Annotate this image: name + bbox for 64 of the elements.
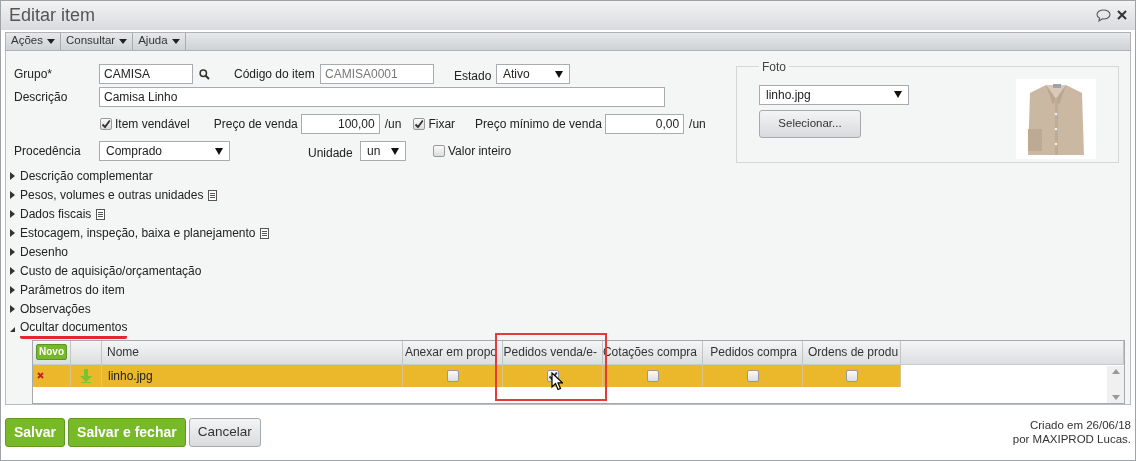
expand-arrow-icon[interactable] — [10, 248, 15, 257]
checkbox[interactable] — [433, 145, 445, 158]
field-label: Preço mínimo de venda — [475, 116, 603, 134]
section-toggle[interactable]: Estocagem, inspeção, baixa e planejamento — [20, 224, 256, 243]
collapse-arrow-icon[interactable] — [10, 326, 15, 332]
column-header[interactable]: Nome — [102, 340, 403, 364]
select-dropdown[interactable]: linho.jpg — [759, 84, 909, 105]
column-header[interactable]: Ordens de produ — [803, 340, 901, 364]
menu-button[interactable]: Consultar — [60, 32, 134, 50]
expand-arrow-icon[interactable] — [10, 210, 15, 219]
checkbox[interactable] — [746, 369, 759, 382]
select-dropdown[interactable]: Ativo — [496, 64, 570, 85]
input-field[interactable]: 0,00 — [605, 114, 685, 135]
chat-icon[interactable] — [1096, 8, 1111, 22]
delete-icon[interactable] — [37, 372, 44, 380]
save-close-button[interactable]: Cancelar — [188, 417, 261, 447]
field-label: Grupo* — [14, 66, 54, 84]
search-icon[interactable] — [199, 68, 210, 80]
input-field[interactable]: Camisa Linho — [99, 87, 665, 108]
field-label: Estado — [454, 68, 493, 86]
input-field[interactable]: CAMISA — [99, 64, 193, 85]
close-icon[interactable] — [1117, 10, 1127, 21]
unit-label: /un — [384, 116, 402, 134]
checkbox[interactable] — [413, 118, 426, 131]
footer-text: Criado em 26/06/18 — [1029, 418, 1131, 433]
select-button[interactable]: Selecionar... — [759, 109, 861, 138]
checkbox-label: Fixar — [428, 116, 456, 134]
checkbox[interactable] — [100, 118, 112, 131]
file-name: linho.jpg — [108, 367, 153, 385]
section-toggle[interactable]: Parâmetros do item — [20, 281, 125, 300]
menu-button[interactable]: Ajuda — [133, 32, 186, 50]
column-header[interactable]: Pedidos compra — [703, 340, 803, 364]
footer-text: por MAXIPROD Lucas. — [1012, 432, 1131, 447]
section-toggle[interactable]: Observações — [20, 300, 91, 319]
checkbox[interactable] — [446, 369, 459, 382]
expand-arrow-icon[interactable] — [10, 267, 15, 276]
cursor-icon — [551, 371, 563, 391]
expand-arrow-icon[interactable] — [10, 229, 15, 238]
section-toggle[interactable]: Custo de aquisição/orçamentação — [20, 262, 202, 281]
section-toggle[interactable]: Dados fiscais — [20, 205, 92, 224]
unit-label: /un — [689, 116, 706, 134]
checkbox-label: Item vendável — [115, 116, 190, 134]
checkbox[interactable] — [646, 369, 659, 382]
checkbox-label: Valor inteiro — [448, 143, 512, 161]
field-label: Descrição — [14, 89, 69, 107]
field-label: Código do item — [234, 66, 316, 84]
section-toggle[interactable]: Pesos, volumes e outras unidades — [20, 186, 204, 205]
window-title: Editar item — [9, 3, 96, 27]
section-toggle[interactable]: Descrição complementar — [20, 167, 153, 186]
column-header[interactable]: Pedidos venda/e- — [503, 340, 603, 364]
input-field: CAMISA0001 — [320, 64, 434, 85]
expand-arrow-icon[interactable] — [10, 191, 15, 200]
input-field[interactable]: 100,00 — [300, 114, 380, 135]
expand-arrow-icon[interactable] — [10, 305, 15, 314]
field-label: Procedência — [14, 143, 82, 161]
expand-arrow-icon[interactable] — [10, 286, 15, 295]
field-label: Preço de venda — [213, 116, 299, 134]
select-dropdown[interactable]: un — [360, 141, 406, 162]
field-label: Unidade — [308, 145, 354, 163]
section-toggle[interactable]: Desenho — [20, 243, 69, 262]
select-dropdown[interactable]: Comprado — [99, 141, 230, 162]
expand-arrow-icon[interactable] — [10, 172, 15, 181]
menu-button[interactable]: Ações — [6, 32, 61, 50]
checkbox[interactable] — [845, 369, 858, 382]
